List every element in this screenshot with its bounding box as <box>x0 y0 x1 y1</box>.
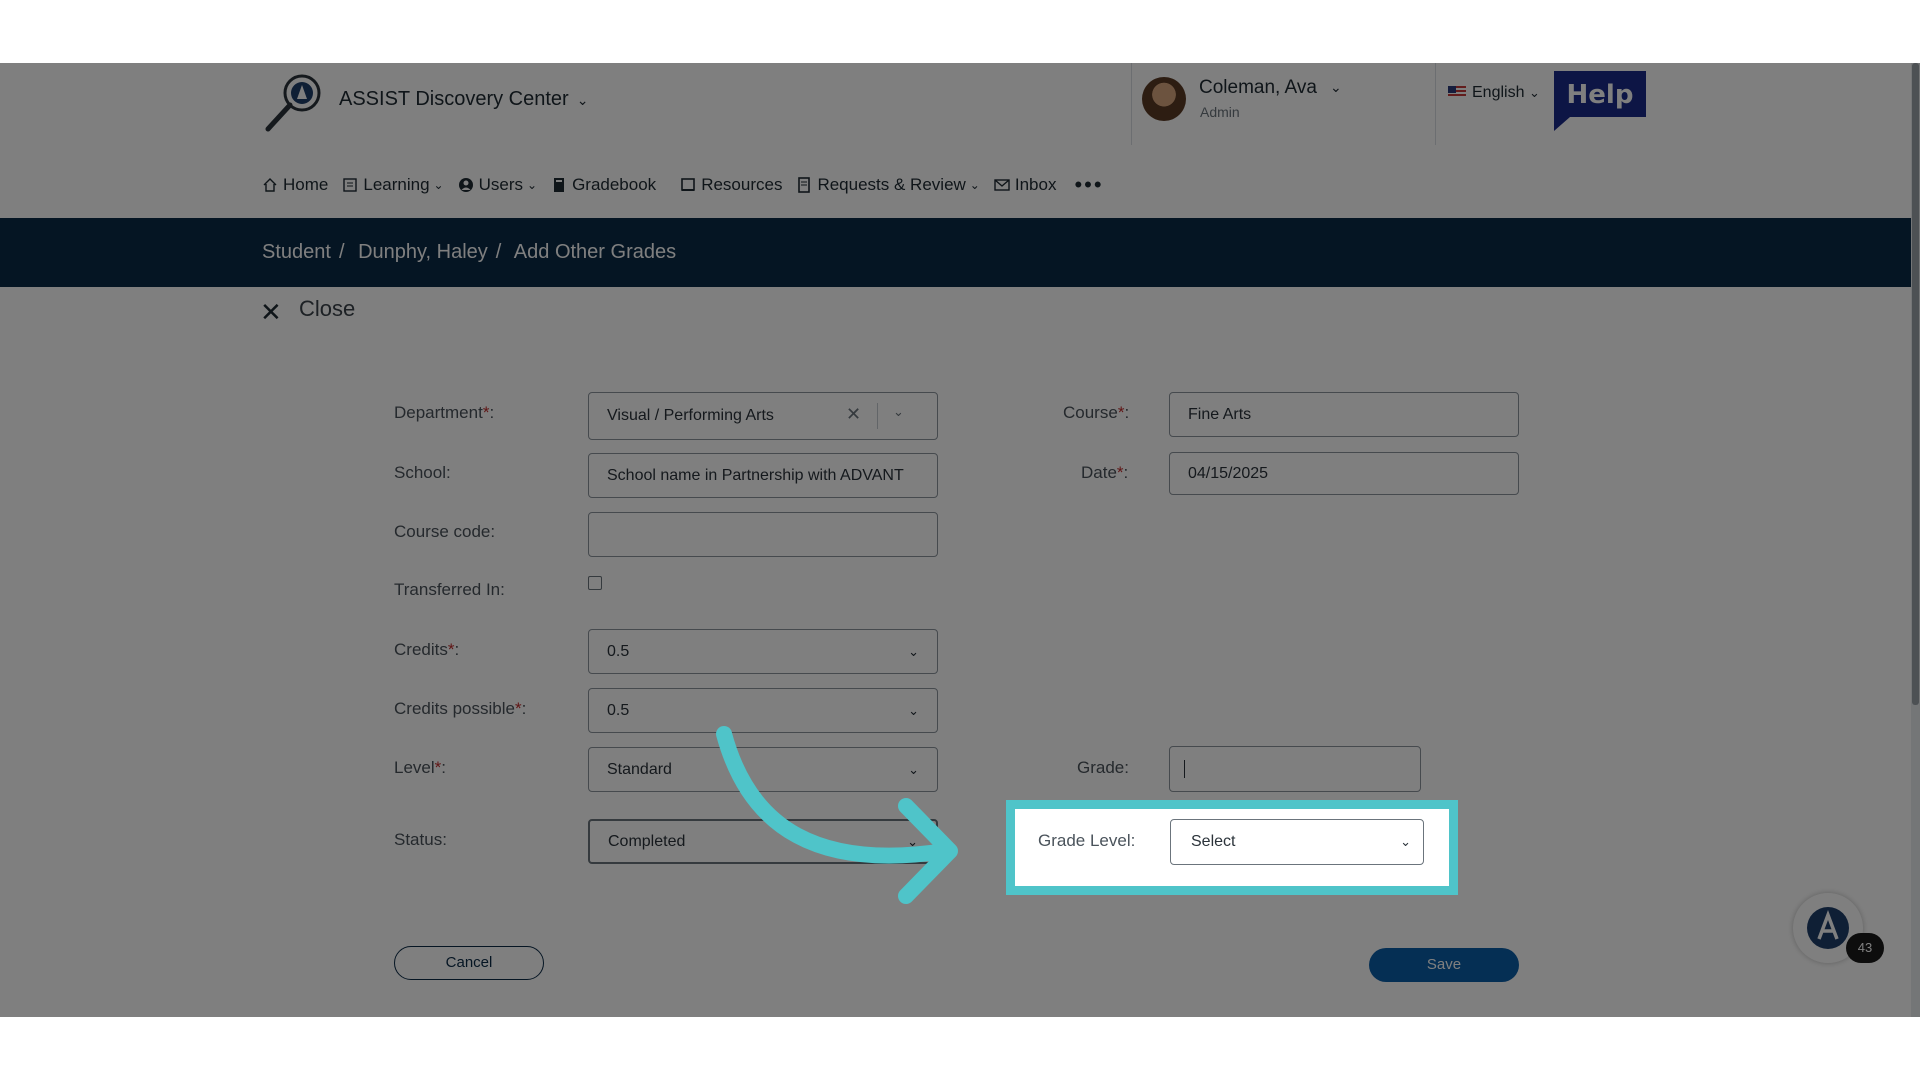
requests-icon <box>798 177 811 193</box>
nav-home[interactable]: Home <box>262 175 328 195</box>
grade-level-select[interactable]: Select ⌄ <box>1170 819 1424 865</box>
nav-requests-label: Requests & Review <box>817 175 966 194</box>
school-field[interactable]: School name in Partnership with ADVANT <box>588 453 938 498</box>
grade-label: Grade: <box>1077 758 1129 777</box>
language-label: English <box>1472 84 1525 101</box>
nav-gradebook[interactable]: Gradebook <box>551 175 656 195</box>
user-role: Admin <box>1200 104 1240 120</box>
inbox-icon <box>994 179 1010 191</box>
chevron-down-icon: ⌄ <box>1528 85 1540 100</box>
avatar[interactable] <box>1142 77 1186 121</box>
nav-gradebook-label: Gradebook <box>572 175 657 194</box>
course-label: Course*: <box>1063 403 1130 422</box>
save-button[interactable]: Save <box>1369 948 1519 982</box>
header-divider <box>1435 63 1436 145</box>
language-selector[interactable]: English ⌄ <box>1448 84 1540 102</box>
credits-label: Credits*: <box>394 640 460 659</box>
learning-icon <box>343 178 358 192</box>
header-divider <box>1131 63 1132 145</box>
school-value: School name in Partnership with ADVANT <box>607 466 904 484</box>
course-code-label: Course code: <box>394 522 496 541</box>
nav-inbox-label: Inbox <box>1014 175 1057 194</box>
chevron-down-icon[interactable]: ⌄ <box>893 404 904 420</box>
chevron-down-icon: ⌄ <box>908 643 919 659</box>
credits-possible-value: 0.5 <box>607 701 630 719</box>
nav-resources[interactable]: Resources <box>680 175 782 195</box>
scrollbar-thumb[interactable] <box>1912 63 1919 705</box>
nav-inbox[interactable]: Inbox <box>994 175 1057 195</box>
clear-icon[interactable]: ✕ <box>846 404 861 425</box>
course-field[interactable]: Fine Arts <box>1169 392 1519 437</box>
breadcrumb-separator: / <box>338 241 345 263</box>
credits-possible-label: Credits possible*: <box>394 699 527 718</box>
department-label: Department*: <box>394 403 495 422</box>
credits-value: 0.5 <box>607 642 630 660</box>
credits-select[interactable]: 0.5 ⌄ <box>588 629 938 674</box>
chevron-down-icon: ⌄ <box>908 702 919 718</box>
app-title[interactable]: ASSIST Discovery Center ⌄ <box>339 88 588 111</box>
more-menu-icon[interactable]: ••• <box>1074 172 1103 198</box>
user-name[interactable]: Coleman, Ava <box>1199 77 1317 99</box>
breadcrumb-student-name[interactable]: Dunphy, Haley <box>358 241 488 263</box>
text-cursor-icon <box>1184 760 1185 778</box>
school-label: School: <box>394 463 451 482</box>
level-value: Standard <box>607 760 672 778</box>
nav-resources-label: Resources <box>701 175 783 194</box>
chevron-down-icon: ⌄ <box>527 178 538 192</box>
breadcrumb-trail: Student / Dunphy, Haley / Add Other Grades <box>262 241 684 264</box>
us-flag-icon <box>1448 86 1466 98</box>
magnifier-logo-icon[interactable] <box>262 69 328 135</box>
chevron-down-icon[interactable]: ⌄ <box>1330 79 1342 96</box>
nav-learning-label: Learning <box>363 175 430 194</box>
close-button[interactable]: Close <box>299 296 355 322</box>
main-nav: Home Learning ⌄ Users ⌄ Gradebook Resource… <box>262 167 1104 203</box>
date-field[interactable]: 04/15/2025 <box>1169 452 1519 495</box>
course-code-field[interactable] <box>588 512 938 557</box>
grade-level-value: Select <box>1191 833 1236 850</box>
grade-level-highlight: Grade Level: Select ⌄ <box>1006 800 1458 895</box>
nav-learning[interactable]: Learning ⌄ <box>342 175 444 195</box>
nav-requests-review[interactable]: Requests & Review ⌄ <box>796 175 980 195</box>
nav-home-label: Home <box>283 175 329 194</box>
app-title-text: ASSIST Discovery Center <box>339 88 569 110</box>
chevron-down-icon: ⌄ <box>969 178 980 192</box>
transferred-in-label: Transferred In: <box>394 580 505 599</box>
cancel-button[interactable]: Cancel <box>394 946 544 980</box>
breadcrumb: Student / Dunphy, Haley / Add Other Grades <box>0 218 1920 287</box>
grade-field[interactable] <box>1169 746 1421 792</box>
status-label: Status: <box>394 830 447 849</box>
resources-icon <box>681 178 695 191</box>
status-value: Completed <box>608 832 686 850</box>
close-icon[interactable]: ✕ <box>260 297 282 328</box>
date-value: 04/15/2025 <box>1188 464 1269 482</box>
help-label: Help <box>1567 80 1634 110</box>
breadcrumb-student[interactable]: Student <box>262 241 331 263</box>
chevron-down-icon: ⌄ <box>576 92 589 108</box>
chevron-down-icon: ⌄ <box>433 178 444 192</box>
nav-users[interactable]: Users ⌄ <box>458 175 537 195</box>
nav-users-label: Users <box>478 175 523 194</box>
notification-count-badge: 43 <box>1846 933 1884 963</box>
users-icon <box>458 178 473 192</box>
department-value: Visual / Performing Arts <box>607 407 774 424</box>
grade-level-label: Grade Level: <box>1038 831 1136 850</box>
gradebook-icon <box>554 178 565 192</box>
department-select[interactable]: Visual / Performing Arts <box>588 392 938 440</box>
curved-arrow-icon <box>716 726 958 904</box>
level-label: Level*: <box>394 758 446 777</box>
chevron-down-icon: ⌄ <box>1400 834 1411 849</box>
course-value: Fine Arts <box>1188 405 1252 423</box>
transferred-in-checkbox[interactable] <box>588 576 602 590</box>
breadcrumb-separator: / <box>495 241 502 263</box>
date-label: Date*: <box>1081 463 1129 482</box>
help-button[interactable]: Help <box>1550 69 1650 133</box>
top-header: ASSIST Discovery Center ⌄ Coleman, Ava Ad… <box>0 63 1920 218</box>
select-divider <box>877 403 878 429</box>
home-icon <box>263 178 277 192</box>
breadcrumb-current: Add Other Grades <box>513 241 677 263</box>
